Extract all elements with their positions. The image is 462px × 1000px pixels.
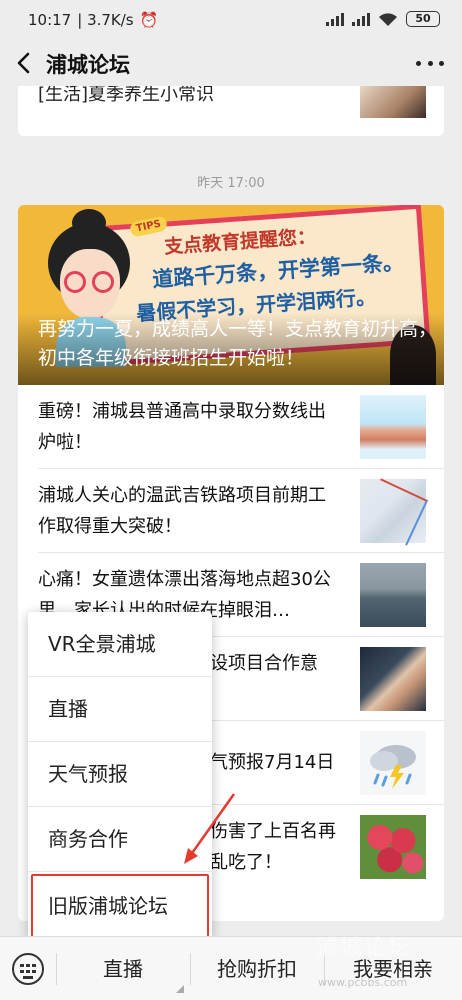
menu-item-label: 直播 [48,697,88,721]
menu-item-label: 商务合作 [48,827,128,851]
submenu-popup: VR全景浦城 直播 天气预报 商务合作 旧版浦城论坛 [28,612,212,940]
weather-storm-icon [370,745,416,789]
menu-item-label: 天气预报 [48,762,128,786]
list-item[interactable]: 浦城人关心的温武吉铁路项目前期工作取得重大突破！ [18,469,444,553]
article-thumbnail [360,815,426,879]
hero-article-title: 再努力一夏，成绩高人一等！支点教育初升高，初中各年级衔接班招生开始啦！ [38,318,438,369]
keyboard-toggle-button[interactable] [12,953,44,985]
more-options-button[interactable] [416,52,444,74]
signal-icon [326,12,344,26]
article-title: 气预报7月14日 [210,752,335,773]
watermark: 浦城论坛 [316,936,413,961]
article-thumbnail [360,563,426,627]
status-time: 10:17 [28,11,72,29]
article-thumbnail [360,647,426,711]
article-thumbnail [360,479,426,543]
alarm-icon: ⏰ [139,11,159,29]
back-button[interactable] [10,48,38,78]
article-title: 设项目合作意 [210,653,318,674]
article-title: 重磅！浦城县普通高中录取分数线出炉啦！ [38,401,326,453]
status-left: 10:17 | 3.7K/s ⏰ [28,11,158,29]
message-timestamp: 昨天 17:00 [197,176,265,191]
wifi-icon [379,12,397,26]
network-speed: | 3.7K/s [77,11,134,29]
list-item[interactable]: 重磅！浦城县普通高中录取分数线出炉啦！ [18,385,444,469]
hero-article[interactable]: TIPS 支点教育提醒您： 道路千万条，开学第一条。 暑假不学习，开学泪两行。 … [18,205,444,385]
menu-item-label: 旧版浦城论坛 [48,894,168,918]
tab-discount[interactable]: 抢购折扣 [190,937,324,1000]
previous-article-title: [生活]夏季养生小常识 [38,86,215,105]
more-dot-icon [416,60,421,66]
status-bar: 10:17 | 3.7K/s ⏰ 50 [0,0,462,40]
menu-item-live[interactable]: 直播 [28,677,212,742]
annotation-arrow-icon [184,793,236,864]
tab-label: 直播 [103,957,143,981]
tab-live[interactable]: 直播 [56,937,190,1000]
article-thumbnail [360,395,426,459]
article-thumbnail [360,731,426,795]
article-title: 浦城人关心的温武吉铁路项目前期工作取得重大突破！ [38,485,326,537]
previous-article-thumbnail [360,86,426,118]
nav-bar: 浦城论坛 [0,40,462,86]
menu-item-old-forum[interactable]: 旧版浦城论坛 [31,874,209,939]
network-speed-value: 3.7K/s [87,11,134,29]
status-right: 50 [326,11,440,27]
signal-icon-2 [352,12,370,26]
tab-label: 抢购折扣 [217,957,297,981]
more-dot-icon [439,60,444,66]
more-dot-icon [427,60,433,66]
menu-item-vr[interactable]: VR全景浦城 [28,612,212,677]
page-title: 浦城论坛 [46,53,130,77]
submenu-indicator-icon [176,985,184,993]
previous-article-card[interactable]: [生活]夏季养生小常识 [18,86,444,136]
watermark-url: www.pcbbs.com [318,976,408,989]
menu-item-label: VR全景浦城 [48,632,156,656]
battery-indicator: 50 [406,11,440,27]
back-arrow-icon [17,52,30,74]
